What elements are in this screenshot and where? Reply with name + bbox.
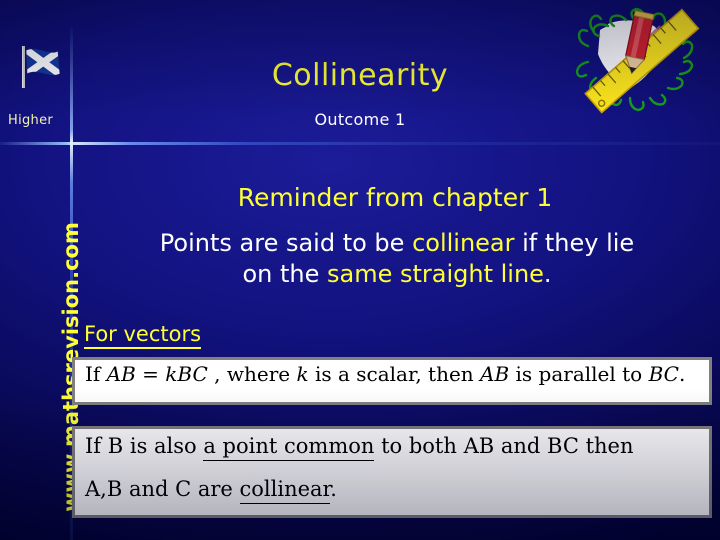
eq1-middle3: is parallel to bbox=[509, 362, 649, 386]
eq1-equals: = bbox=[135, 362, 166, 386]
eq1-prefix: If bbox=[85, 362, 107, 386]
eq2-line1-underlined: a point common bbox=[203, 434, 375, 461]
vector-arrow-icon bbox=[107, 357, 135, 359]
eq1-vector-bc: BC bbox=[177, 362, 208, 386]
equation-box-2-line1: If B is also a point common to both AB a… bbox=[85, 434, 634, 461]
eq2-line1-post: to both AB and BC then bbox=[374, 434, 634, 458]
equation-box-2-line2: A,B and C are collinear. bbox=[85, 477, 337, 504]
eq1-bc-italic: BC bbox=[648, 362, 679, 386]
definition-line2-pre: on the bbox=[242, 259, 327, 288]
definition-highlight-collinear: collinear bbox=[412, 229, 515, 257]
eq2-line2-underlined: collinear bbox=[239, 477, 331, 504]
ruler-and-pencil-clipart bbox=[564, 2, 716, 114]
eq1-ab-italic: AB bbox=[480, 362, 510, 386]
vector-ab-with-arrow: AB bbox=[107, 362, 136, 386]
eq1-suffix: . bbox=[678, 362, 686, 386]
equation-box-1-text: If AB = k BC , where k is a scalar, then … bbox=[85, 362, 685, 386]
presentation-slide: Higher Collinearity Outcome 1 www.mathsr… bbox=[0, 0, 720, 540]
collinear-definition-text: Points are said to be collinear if they … bbox=[84, 228, 710, 289]
eq1-middle: , where bbox=[207, 362, 297, 386]
vector-arrow-icon bbox=[177, 357, 206, 359]
eq1-vector-ab: AB bbox=[106, 362, 136, 386]
section-heading: Reminder from chapter 1 bbox=[237, 183, 553, 212]
vector-bc-with-arrow: BC bbox=[177, 362, 207, 386]
eq2-line2-pre: A,B and C are bbox=[85, 477, 240, 501]
definition-highlight-same-straight-line: same straight line bbox=[326, 259, 544, 288]
definition-line1-post: if they lie bbox=[514, 229, 635, 257]
eq1-k-italic: k bbox=[296, 362, 309, 386]
eq2-line2-post: . bbox=[330, 477, 337, 501]
definition-line2-post: . bbox=[543, 259, 552, 288]
definition-line1-pre: Points are said to be bbox=[159, 229, 413, 257]
eq1-scalar-k: k bbox=[165, 362, 178, 386]
equation-box-collinear: If B is also a point common to both AB a… bbox=[72, 426, 712, 518]
equation-box-parallel: If AB = k BC , where k is a scalar, then … bbox=[72, 357, 712, 405]
eq1-middle2: is a scalar, then bbox=[308, 362, 481, 386]
header-horizontal-divider bbox=[0, 142, 720, 145]
for-vectors-label: For vectors bbox=[84, 322, 202, 349]
eq2-line1-pre: If B is also bbox=[85, 434, 204, 458]
